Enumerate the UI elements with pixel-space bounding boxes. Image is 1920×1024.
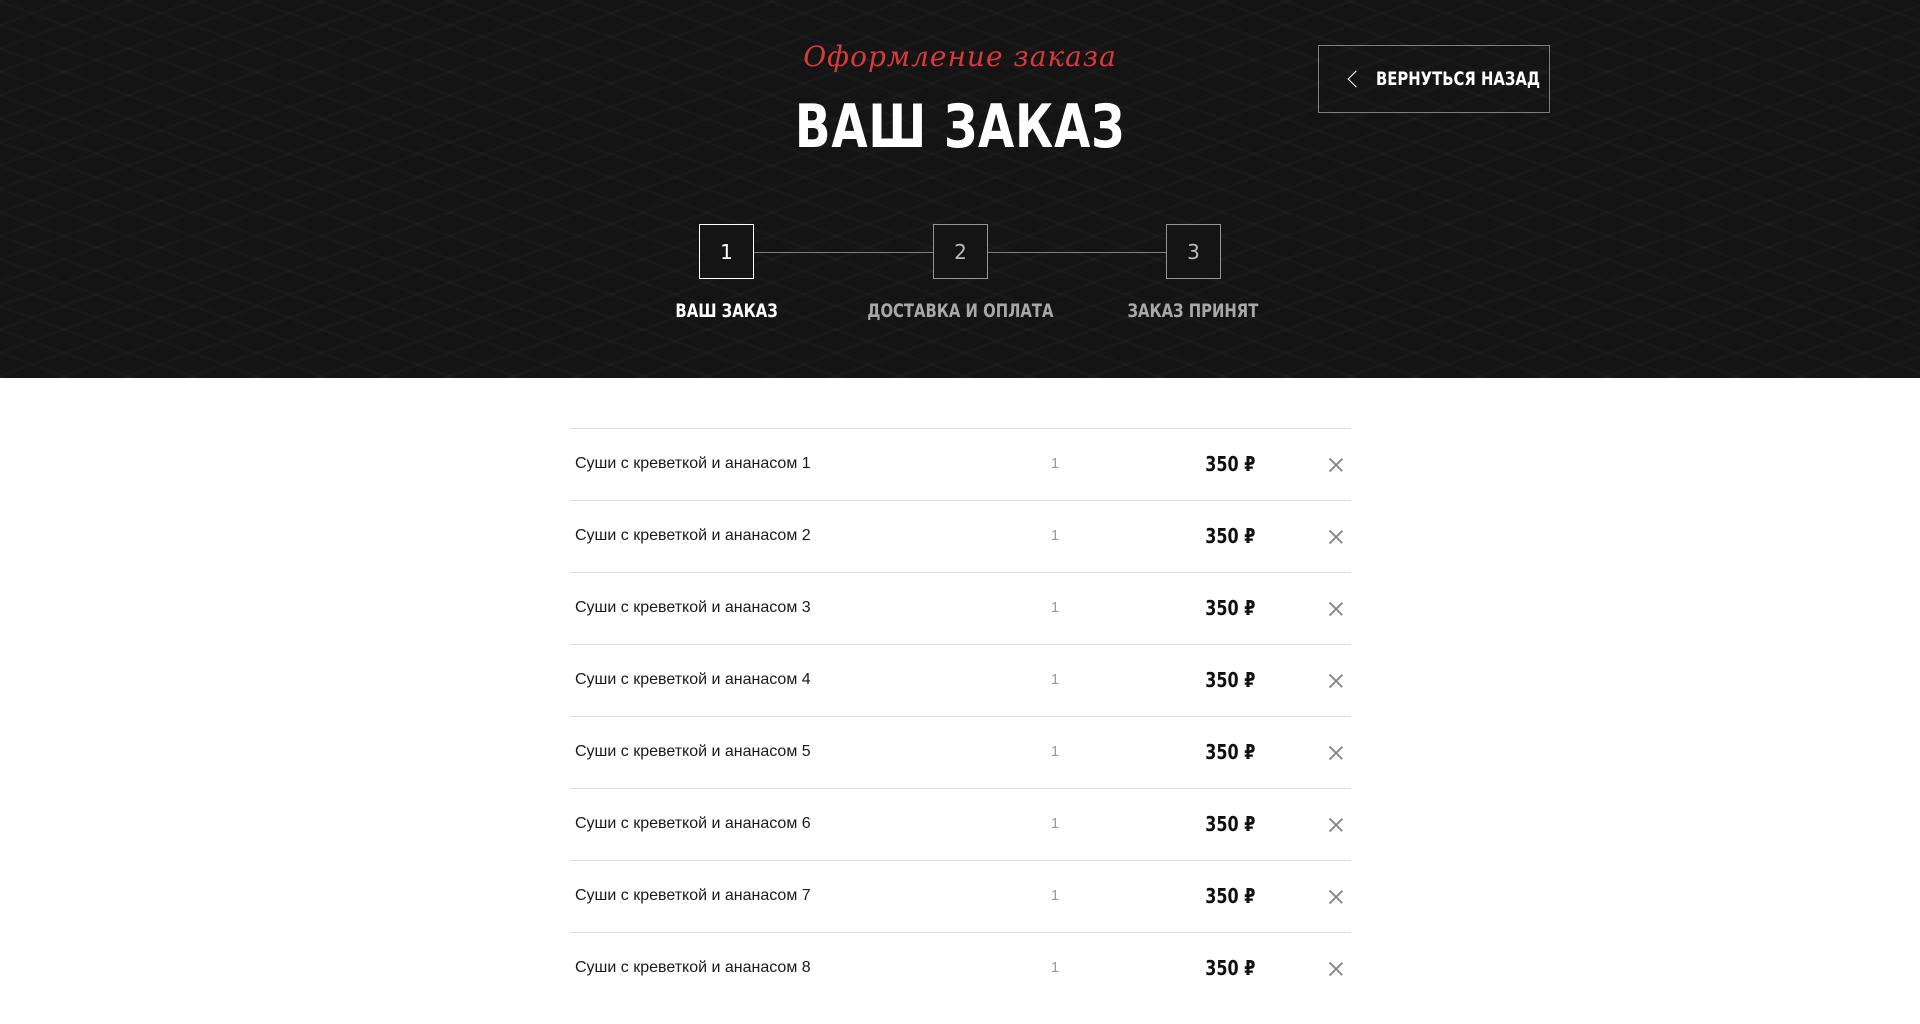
cart-row: Суши с креветкой и ананасом 2 1 350 ₽ <box>570 500 1351 572</box>
item-price: 350 ₽ <box>1204 956 1256 980</box>
step-1-box[interactable]: 1 <box>699 224 754 279</box>
item-quantity[interactable]: 1 <box>1040 599 1070 616</box>
item-quantity[interactable]: 1 <box>1040 887 1070 904</box>
close-icon[interactable] <box>1328 745 1344 761</box>
step-2-label: ДОСТАВКА И ОПЛАТА <box>866 300 1054 322</box>
close-icon[interactable] <box>1328 673 1344 689</box>
checkout-steps: 1 2 3 ВАШ ЗАКАЗ ДОСТАВКА И ОПЛАТА ЗАКАЗ … <box>0 0 1920 378</box>
item-name: Суши с креветкой и ананасом 3 <box>575 599 811 616</box>
step-2-box[interactable]: 2 <box>933 224 988 279</box>
cart-row: Суши с креветкой и ананасом 1 1 350 ₽ <box>570 428 1351 500</box>
cart-row: Суши с креветкой и ананасом 5 1 350 ₽ <box>570 716 1351 788</box>
cart-row: Суши с креветкой и ананасом 6 1 350 ₽ <box>570 788 1351 860</box>
close-icon[interactable] <box>1328 601 1344 617</box>
cart-row: Суши с креветкой и ананасом 3 1 350 ₽ <box>570 572 1351 644</box>
close-icon[interactable] <box>1328 961 1344 977</box>
close-icon[interactable] <box>1328 817 1344 833</box>
item-quantity[interactable]: 1 <box>1040 959 1070 976</box>
cart-list: Суши с креветкой и ананасом 1 1 350 ₽ Су… <box>570 428 1351 1004</box>
item-price: 350 ₽ <box>1204 452 1256 476</box>
item-quantity[interactable]: 1 <box>1040 527 1070 544</box>
item-name: Суши с креветкой и ананасом 5 <box>575 743 811 760</box>
item-name: Суши с креветкой и ананасом 7 <box>575 887 811 904</box>
step-3-label: ЗАКАЗ ПРИНЯТ <box>1127 300 1259 322</box>
step-1-label: ВАШ ЗАКАЗ <box>675 300 779 322</box>
cart-row: Суши с креветкой и ананасом 7 1 350 ₽ <box>570 860 1351 932</box>
item-price: 350 ₽ <box>1204 740 1256 764</box>
step-3-box[interactable]: 3 <box>1166 224 1221 279</box>
item-name: Суши с креветкой и ананасом 8 <box>575 959 811 976</box>
item-price: 350 ₽ <box>1204 884 1256 908</box>
close-icon[interactable] <box>1328 889 1344 905</box>
item-price: 350 ₽ <box>1204 668 1256 692</box>
item-quantity[interactable]: 1 <box>1040 671 1070 688</box>
step-connector <box>988 252 1166 253</box>
item-name: Суши с креветкой и ананасом 1 <box>575 455 811 472</box>
item-quantity[interactable]: 1 <box>1040 815 1070 832</box>
cart-row: Суши с креветкой и ананасом 8 1 350 ₽ <box>570 932 1351 1004</box>
close-icon[interactable] <box>1328 529 1344 545</box>
item-quantity[interactable]: 1 <box>1040 455 1070 472</box>
close-icon[interactable] <box>1328 457 1344 473</box>
item-price: 350 ₽ <box>1204 812 1256 836</box>
step-connector <box>754 252 933 253</box>
cart-row: Суши с креветкой и ананасом 4 1 350 ₽ <box>570 644 1351 716</box>
item-price: 350 ₽ <box>1204 596 1256 620</box>
item-quantity[interactable]: 1 <box>1040 743 1070 760</box>
item-name: Суши с креветкой и ананасом 6 <box>575 815 811 832</box>
item-price: 350 ₽ <box>1204 524 1256 548</box>
item-name: Суши с креветкой и ананасом 2 <box>575 527 811 544</box>
order-header: Оформление заказа ВАШ ЗАКАЗ ВЕРНУТЬСЯ НА… <box>0 0 1920 378</box>
item-name: Суши с креветкой и ананасом 4 <box>575 671 811 688</box>
